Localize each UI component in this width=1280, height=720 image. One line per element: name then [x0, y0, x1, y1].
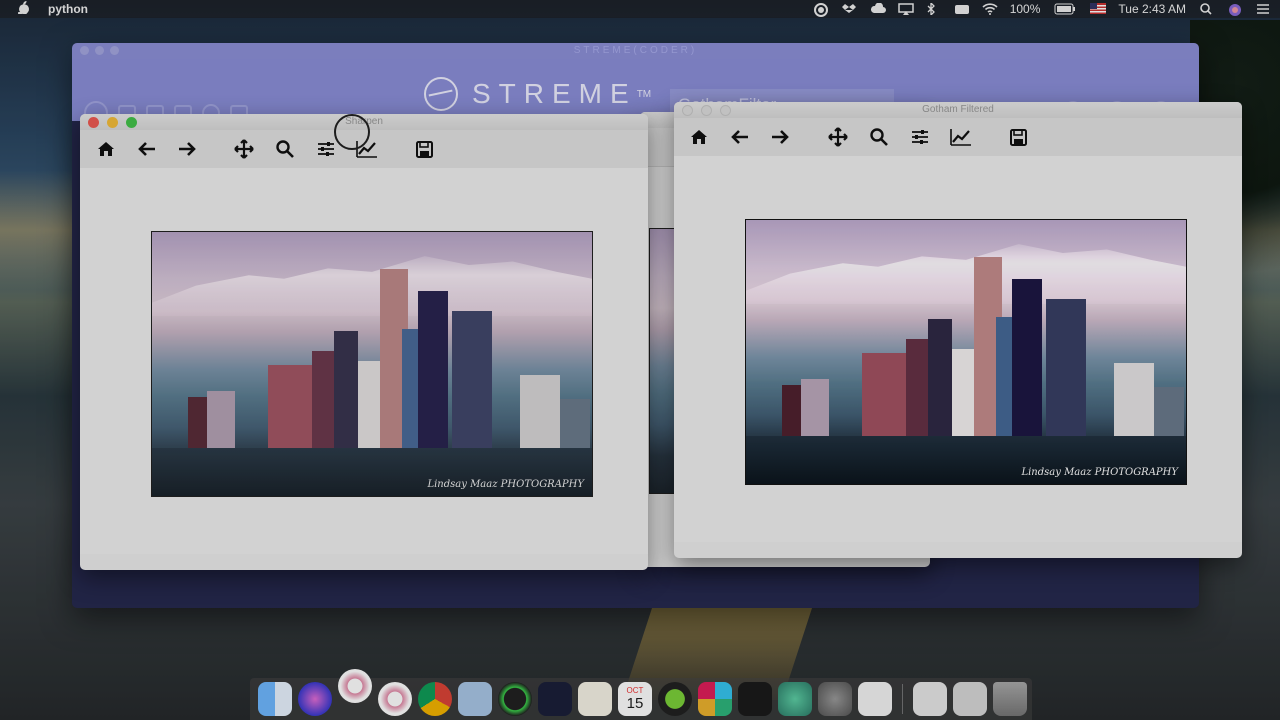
app-menu-python[interactable]: python — [48, 2, 88, 16]
streme-coder-dock-icon[interactable] — [378, 682, 412, 716]
trash-icon[interactable] — [993, 682, 1027, 716]
mouse-cursor-highlight — [334, 114, 370, 150]
streme-titlebar[interactable]: STREME(CODER) — [72, 43, 1199, 59]
apple-menu-icon[interactable] — [17, 1, 30, 17]
dock: OCT 15 — [250, 669, 1032, 720]
save-figure-icon[interactable] — [1007, 127, 1029, 147]
calendar-day: 15 — [626, 695, 644, 712]
finder-icon[interactable] — [258, 682, 292, 716]
chrome-icon[interactable] — [418, 682, 452, 716]
downloads-stack-icon[interactable] — [913, 682, 947, 716]
atom-icon[interactable] — [778, 682, 812, 716]
streme-close-button[interactable] — [80, 46, 89, 55]
forward-arrow-icon[interactable] — [176, 139, 198, 159]
cloud-sync-icon[interactable] — [870, 2, 886, 15]
document-icon[interactable] — [858, 682, 892, 716]
close-button[interactable] — [88, 117, 99, 128]
bluetooth-icon[interactable] — [926, 1, 940, 17]
record-icon[interactable] — [813, 3, 828, 17]
calendar-month: OCT — [626, 686, 644, 695]
zoom-magnifier-icon[interactable] — [274, 139, 296, 159]
maximize-button[interactable] — [126, 117, 137, 128]
back-arrow-icon[interactable] — [729, 127, 751, 147]
forward-arrow-icon[interactable] — [769, 127, 791, 147]
calendar-icon[interactable]: OCT 15 — [618, 682, 652, 716]
sharpen-city-image: Lindsay Maaz PHOTOGRAPHY — [151, 231, 593, 497]
wifi-icon[interactable] — [982, 3, 998, 15]
menu-bar: python 100% Tue 2:43 AM — [0, 0, 1280, 18]
minimize-button[interactable] — [107, 117, 118, 128]
xcode-icon[interactable] — [458, 682, 492, 716]
pan-move-icon[interactable] — [233, 139, 255, 159]
python-launcher-icon[interactable] — [953, 682, 987, 716]
configure-subplots-icon[interactable] — [909, 127, 931, 147]
siri-icon[interactable] — [1228, 3, 1242, 16]
spotlight-search-icon[interactable] — [1200, 3, 1214, 15]
gotham-figure-window[interactable]: Gotham Filtered Lindsay Maaz PHOTOGRAPHY — [674, 102, 1242, 558]
edit-axes-icon[interactable] — [950, 127, 972, 147]
clock[interactable]: Tue 2:43 AM — [1118, 2, 1186, 16]
flag-us-icon[interactable] — [1090, 3, 1107, 15]
streme-logo-text: STREME — [472, 78, 637, 109]
back-arrow-icon[interactable] — [136, 139, 158, 159]
gotham-figure-canvas[interactable]: Lindsay Maaz PHOTOGRAPHY — [674, 156, 1242, 542]
streme-logo-tm: TM — [636, 88, 652, 100]
gotham-window-title: Gotham Filtered — [922, 104, 994, 115]
gotham-city-image: Lindsay Maaz PHOTOGRAPHY — [745, 219, 1187, 485]
streme-dock-icon[interactable] — [338, 669, 372, 703]
system-preferences-icon[interactable] — [818, 682, 852, 716]
notes-icon[interactable] — [578, 682, 612, 716]
gotham-nav-toolbar — [674, 118, 1242, 157]
mail-icon[interactable] — [538, 682, 572, 716]
streme-minimize-button[interactable] — [95, 46, 104, 55]
streme-maximize-button[interactable] — [110, 46, 119, 55]
streme-logo: STREME TM — [424, 77, 651, 111]
pan-move-icon[interactable] — [827, 127, 849, 147]
streme-window-title: STREME(CODER) — [573, 45, 698, 56]
airplay-icon[interactable] — [897, 3, 914, 15]
mountain-range — [152, 256, 592, 317]
configure-subplots-icon[interactable] — [315, 139, 337, 159]
activity-ring-icon[interactable] — [498, 682, 532, 716]
dropbox-icon[interactable] — [841, 3, 856, 15]
battery-icon[interactable] — [1054, 3, 1076, 15]
zoom-magnifier-icon[interactable] — [868, 127, 890, 147]
siri-icon[interactable] — [298, 682, 332, 716]
sharpen-figure-canvas[interactable]: Lindsay Maaz PHOTOGRAPHY — [80, 168, 648, 554]
terminal-icon[interactable] — [738, 682, 772, 716]
sharpen-figure-window[interactable]: Sharpen Lindsay Maaz PHOTOGRAPHY — [80, 114, 648, 570]
home-icon[interactable] — [95, 139, 117, 159]
gotham-titlebar[interactable]: Gotham Filtered — [674, 102, 1242, 118]
save-figure-icon[interactable] — [413, 139, 435, 159]
streme-logo-mark-icon — [424, 77, 458, 111]
dock-separator — [902, 684, 903, 714]
slack-icon[interactable] — [698, 682, 732, 716]
photo-watermark: Lindsay Maaz PHOTOGRAPHY — [1021, 467, 1178, 478]
keyboard-icon[interactable] — [954, 3, 969, 15]
screenflow-icon[interactable] — [658, 682, 692, 716]
close-button[interactable] — [682, 105, 693, 116]
mountain-range — [746, 244, 1186, 305]
maximize-button[interactable] — [720, 105, 731, 116]
photo-watermark: Lindsay Maaz PHOTOGRAPHY — [427, 479, 584, 490]
battery-percent: 100% — [1009, 2, 1041, 16]
notification-center-icon[interactable] — [1256, 3, 1270, 15]
home-icon[interactable] — [688, 127, 710, 147]
minimize-button[interactable] — [701, 105, 712, 116]
